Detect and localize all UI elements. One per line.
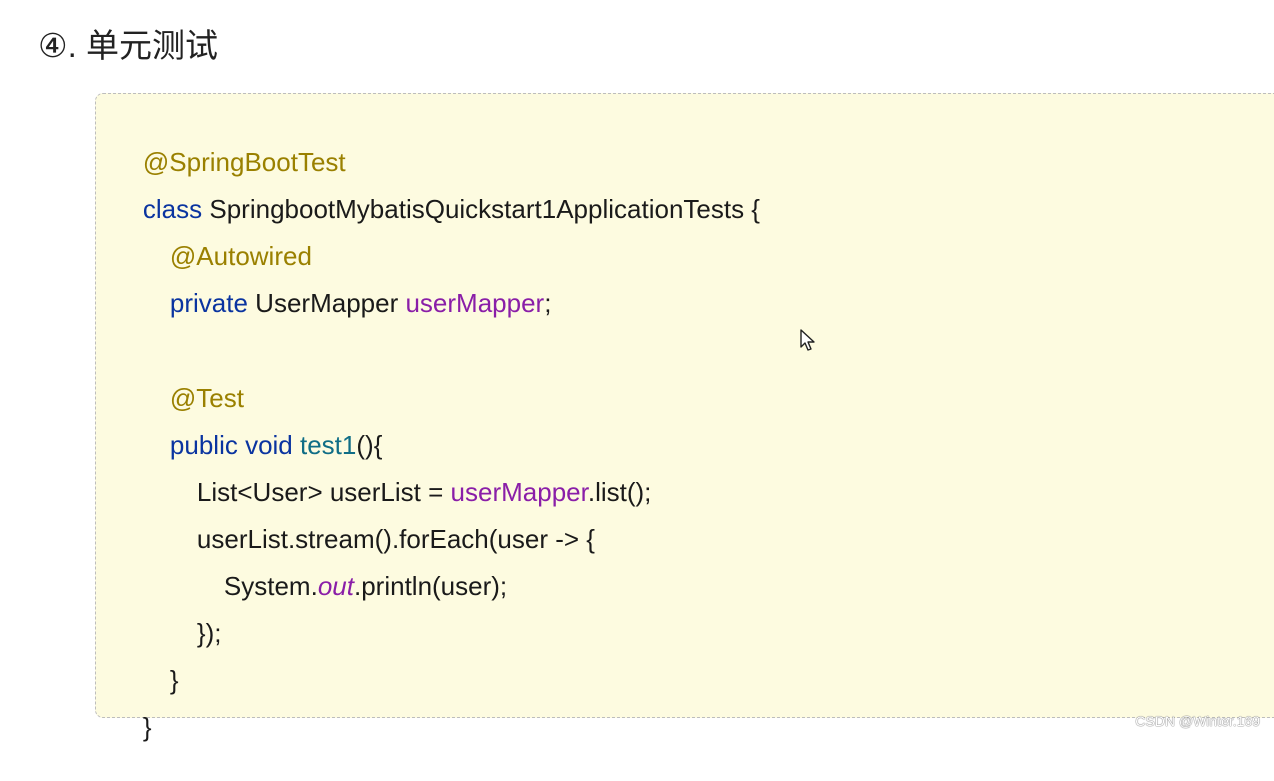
- code-line: @Test: [141, 344, 244, 413]
- code-line: List<User> userList = userMapper.list();: [168, 438, 651, 507]
- class-close: }: [142, 712, 152, 742]
- println-call: .println(user);: [353, 571, 508, 601]
- field-out: out: [317, 571, 354, 601]
- lambda-close: });: [196, 618, 222, 648]
- code-line: @SpringBootTest: [114, 108, 346, 177]
- code-line: userList.stream().forEach(user -> {: [168, 485, 595, 554]
- field-usermapper: userMapper: [405, 288, 545, 318]
- section-number: ④: [38, 27, 68, 64]
- code-line: }: [141, 626, 179, 695]
- mouse-pointer-icon: [800, 329, 815, 351]
- code-line: }: [114, 673, 152, 742]
- code-line: System.out.println(user);: [195, 532, 507, 601]
- section-separator: .: [67, 27, 86, 64]
- method-close: }: [169, 665, 179, 695]
- code-line: private UserMapper userMapper;: [141, 249, 552, 318]
- section-heading: ④. 单元测试: [38, 24, 218, 68]
- semicolon: ;: [544, 288, 552, 318]
- keyword-private: private: [169, 288, 248, 318]
- code-line: public void test1(){: [141, 391, 382, 460]
- watermark: CSDN @Winter.169: [1135, 713, 1260, 729]
- code-line: class SpringbootMybatisQuickstart1Applic…: [114, 155, 760, 224]
- code-line: @Autowired: [141, 202, 312, 271]
- list-call: .list();: [587, 477, 652, 507]
- section-title: 单元测试: [85, 27, 218, 64]
- code-line: });: [168, 579, 222, 648]
- code-block: @SpringBootTest class SpringbootMybatisQ…: [95, 93, 1274, 742]
- type-usermapper: UserMapper: [247, 288, 406, 318]
- system-prefix: System.: [223, 571, 318, 601]
